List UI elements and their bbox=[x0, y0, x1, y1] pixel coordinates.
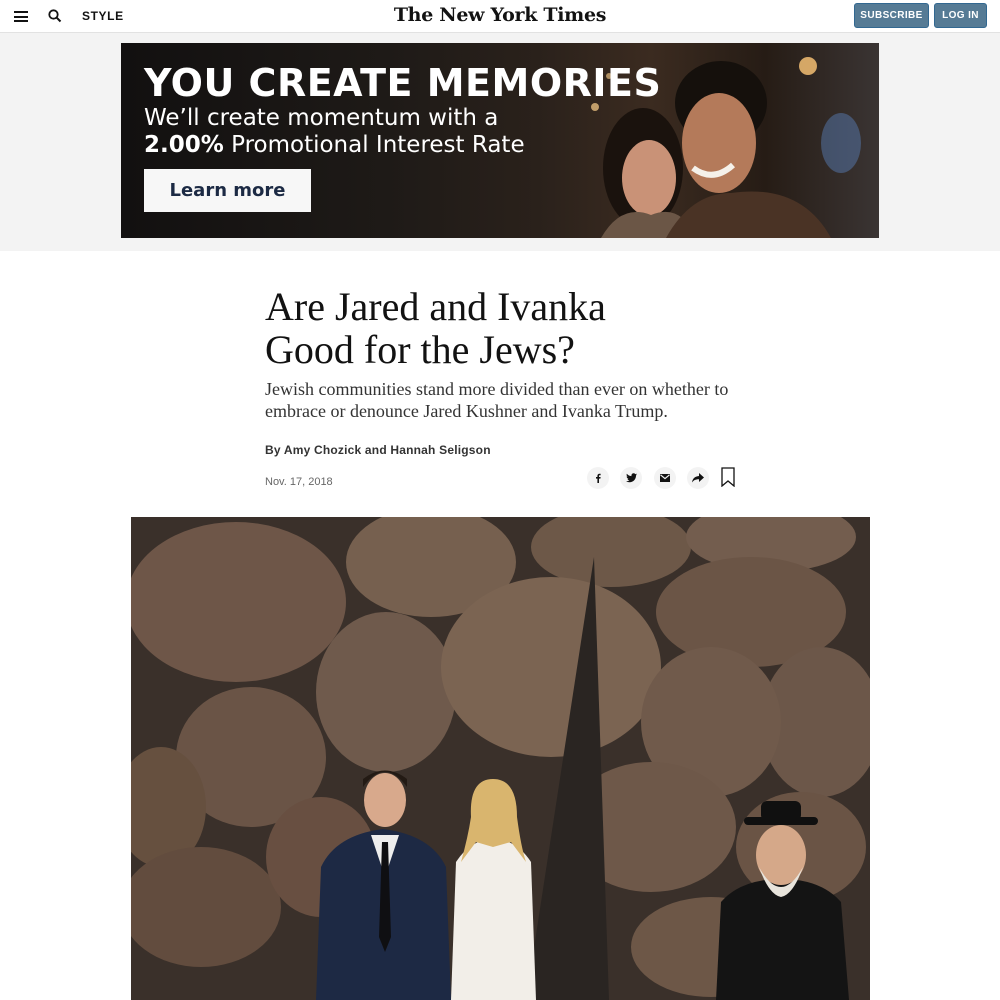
email-icon bbox=[660, 474, 670, 482]
nyt-logo[interactable]: The New York Times bbox=[0, 4, 1000, 26]
headline-line-1: Are Jared and Ivanka bbox=[265, 284, 606, 329]
lead-photo bbox=[131, 517, 870, 1000]
ad-rate-value: 2.00% bbox=[144, 132, 224, 158]
share-arrow-icon bbox=[692, 473, 704, 483]
bookmark-icon[interactable] bbox=[721, 467, 735, 487]
share-more-button[interactable] bbox=[687, 467, 709, 489]
article-date: Nov. 17, 2018 bbox=[265, 476, 333, 488]
top-navigation-bar: STYLE The New York Times SUBSCRIBE LOG I… bbox=[0, 0, 1000, 33]
login-button[interactable]: LOG IN bbox=[934, 3, 987, 28]
advertisement-banner[interactable]: YOU CREATE MEMORIES We’ll create momentu… bbox=[121, 43, 879, 238]
ad-rate-label: Promotional Interest Rate bbox=[223, 132, 525, 158]
twitter-icon bbox=[625, 473, 637, 483]
ad-subtext: We’ll create momentum with a bbox=[144, 105, 499, 131]
share-facebook-button[interactable] bbox=[587, 467, 609, 489]
ad-rate-line: 2.00% Promotional Interest Rate bbox=[144, 132, 525, 158]
ad-headline: YOU CREATE MEMORIES bbox=[144, 61, 662, 105]
learn-more-button[interactable]: Learn more bbox=[144, 169, 311, 212]
ad-zone: YOU CREATE MEMORIES We’ll create momentu… bbox=[0, 33, 1000, 251]
share-email-button[interactable] bbox=[654, 467, 676, 489]
lead-photo-illustration bbox=[131, 517, 870, 1000]
facebook-icon bbox=[596, 473, 601, 483]
share-twitter-button[interactable] bbox=[620, 467, 642, 489]
article-byline: By Amy Chozick and Hannah Seligson bbox=[265, 443, 491, 457]
article-summary: Jewish communities stand more divided th… bbox=[265, 379, 729, 421]
subscribe-button[interactable]: SUBSCRIBE bbox=[854, 3, 929, 28]
article-headline: Are Jared and Ivanka Good for the Jews? bbox=[265, 285, 745, 371]
headline-line-2: Good for the Jews? bbox=[265, 327, 575, 372]
